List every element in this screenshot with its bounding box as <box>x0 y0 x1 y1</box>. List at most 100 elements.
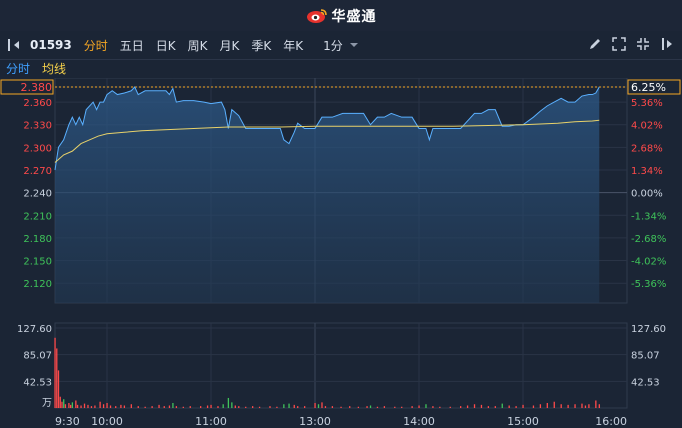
volume-bar <box>71 402 74 408</box>
volume-bar <box>314 402 316 408</box>
volume-bar <box>200 406 202 408</box>
volume-bar <box>340 406 342 408</box>
pct-tick-label: 0.00% <box>631 189 663 200</box>
volume-bar <box>68 402 70 408</box>
volume-bar <box>99 401 101 408</box>
volume-bar <box>574 404 576 408</box>
volume-bar <box>595 400 597 408</box>
volume-bar <box>182 406 184 408</box>
volume-bar <box>283 404 285 408</box>
volume-bar <box>123 405 126 408</box>
volume-bar <box>494 406 496 408</box>
panel-collapse-icon[interactable] <box>6 38 24 52</box>
volume-bar <box>349 406 351 408</box>
volume-bar <box>158 404 160 408</box>
price-tick-label: 2.180 <box>23 234 52 245</box>
toolbar-actions <box>588 37 674 51</box>
volume-bar <box>64 404 67 408</box>
price-tick-label: 2.150 <box>23 257 52 268</box>
fullscreen-icon[interactable] <box>636 37 650 51</box>
volume-bar <box>109 405 112 408</box>
volume-bar <box>546 402 548 408</box>
volume-bar <box>106 402 108 408</box>
volume-bar <box>168 405 171 408</box>
volume-bar <box>70 404 72 408</box>
volume-bar <box>357 406 360 408</box>
volume-bar <box>130 404 132 408</box>
volume-bar <box>508 405 510 408</box>
volume-bar <box>394 406 396 408</box>
volume-bar <box>376 406 379 408</box>
time-tick-label: 13:00 <box>299 415 331 428</box>
tab-timeshare[interactable]: 分时 <box>84 37 108 54</box>
pct-tick-label: -4.02% <box>631 257 666 268</box>
indicator-tabs: 分时 均线 <box>0 59 682 78</box>
volume-bar <box>324 406 327 408</box>
volume-bar <box>598 404 600 408</box>
volume-bar <box>61 401 63 408</box>
tab-yearly-k[interactable]: 年K <box>283 37 303 54</box>
volume-bar <box>439 406 441 408</box>
volume-bar <box>487 406 490 408</box>
period-select[interactable]: 1分 <box>323 37 359 54</box>
volume-bar <box>90 406 93 408</box>
current-pct-label: 6.25% <box>631 81 666 94</box>
expand-icon[interactable] <box>612 37 626 51</box>
volume-bar <box>321 402 323 408</box>
time-tick-label: 14:00 <box>403 415 435 428</box>
volume-bar <box>304 406 306 408</box>
volume-panel-frame <box>54 322 628 409</box>
tab-weekly-k[interactable]: 周K <box>188 37 208 54</box>
price-tick-label: 2.240 <box>23 189 52 200</box>
volume-bar <box>331 406 334 408</box>
time-tick-label: 11:00 <box>195 415 227 428</box>
volume-bar <box>87 404 89 408</box>
volume-bar <box>515 406 517 408</box>
volume-bar <box>480 404 483 408</box>
volume-bar <box>425 404 427 408</box>
volume-bar <box>175 406 178 408</box>
volume-bar <box>137 406 139 408</box>
weibo-eye-logo-icon <box>306 8 327 23</box>
volume-bar <box>276 406 278 408</box>
toolbar: 01593 分时 五日 日K 周K 月K 季K 年K 1分 <box>0 31 682 60</box>
volume-bar <box>560 404 562 408</box>
volume-bar <box>189 406 191 408</box>
close-icon[interactable] <box>660 37 674 51</box>
price-tick-label: 2.270 <box>23 166 52 177</box>
volume-bar <box>238 406 240 408</box>
volume-bar <box>227 397 230 408</box>
time-tick-label: 9:30 <box>55 415 80 428</box>
volume-bar <box>366 406 368 408</box>
volume-tick-label-right: 85.07 <box>631 351 660 362</box>
tab-monthly-k[interactable]: 月K <box>220 37 240 54</box>
volume-tick-label: 127.60 <box>17 324 52 335</box>
period-value: 1分 <box>323 38 343 53</box>
volume-bar <box>56 348 58 408</box>
volume-bar <box>54 337 56 408</box>
timeshare-chart[interactable]: 2.360 5.36% 2.330 4.02% 2.300 2.68% 2.270 1.34%… <box>0 78 682 428</box>
volume-bar <box>102 404 105 408</box>
volume-bar <box>57 370 60 408</box>
tab-quarterly-k[interactable]: 季K <box>251 37 271 54</box>
time-tick-label: 10:00 <box>91 415 123 428</box>
draw-pen-icon[interactable] <box>588 37 602 51</box>
pct-tick-label: 1.34% <box>631 166 663 177</box>
price-tick-label: 2.360 <box>23 98 52 109</box>
price-area <box>55 87 600 303</box>
volume-bar <box>217 406 219 408</box>
indicator-timeshare[interactable]: 分时 <box>6 60 30 77</box>
volume-bar <box>206 405 209 408</box>
volume-bar <box>258 406 261 408</box>
volume-bar <box>80 405 82 408</box>
volume-bar <box>432 406 434 408</box>
volume-bar <box>234 405 236 408</box>
brand-name: 华盛通 <box>331 8 377 25</box>
price-tick-label: 2.330 <box>23 121 52 132</box>
indicator-avg-line[interactable]: 均线 <box>42 60 66 77</box>
volume-bar <box>567 404 569 408</box>
volume-bar <box>473 404 476 408</box>
volume-bar <box>151 406 153 408</box>
tab-daily-k[interactable]: 日K <box>156 37 176 54</box>
tab-five-day[interactable]: 五日 <box>120 37 144 54</box>
